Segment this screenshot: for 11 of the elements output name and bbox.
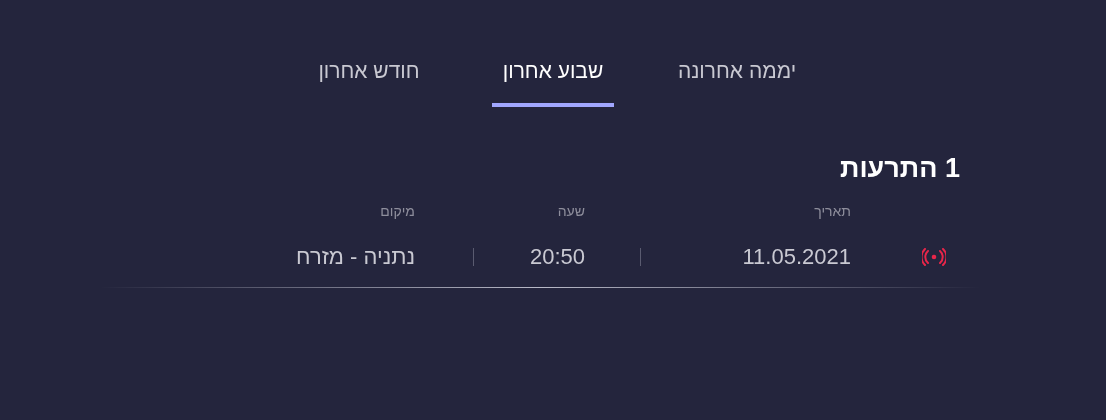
tab[interactable]: שבוע אחרון bbox=[492, 58, 614, 108]
column-header: מיקום bbox=[380, 203, 415, 220]
section-title: 1 התרעות bbox=[839, 152, 960, 186]
column-header: תאריך bbox=[814, 203, 851, 220]
table-cell-text: נתניה - מזרח bbox=[296, 243, 415, 272]
tab[interactable]: יממה אחרונה bbox=[676, 58, 798, 108]
table-cell-text: 20:50 bbox=[529, 243, 585, 272]
column-header: שעה bbox=[557, 203, 585, 220]
table-cell-text: 11.05.2021 bbox=[742, 243, 851, 272]
tab[interactable]: חודש אחרון bbox=[308, 58, 430, 108]
broadcast-icon bbox=[922, 247, 946, 266]
